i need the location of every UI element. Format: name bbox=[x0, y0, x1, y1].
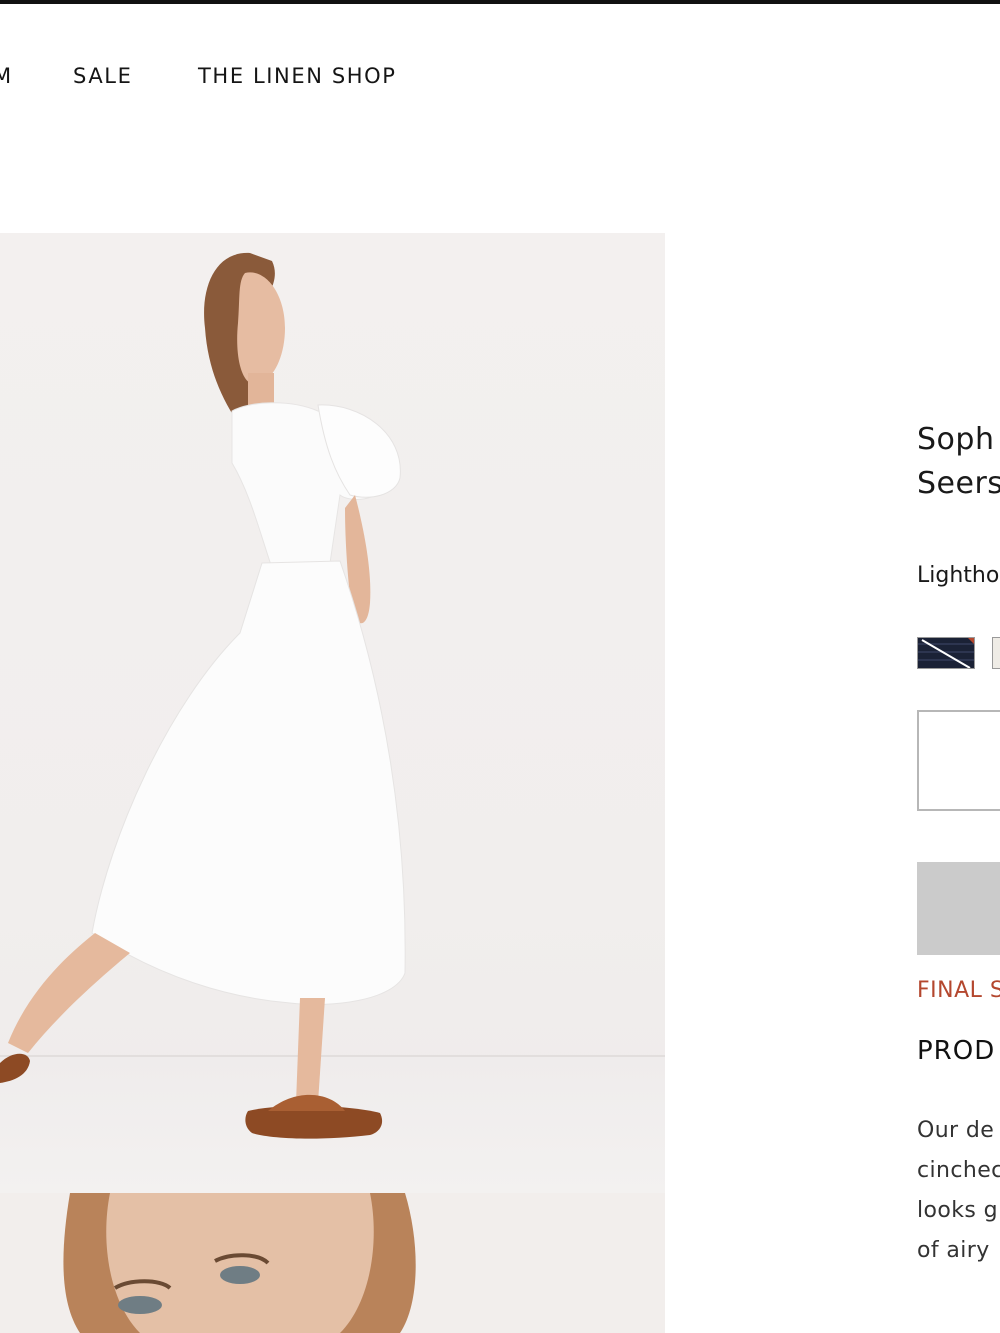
description-line: looks g bbox=[917, 1198, 998, 1223]
main-nav: M SALE THE LINEN SHOP bbox=[0, 58, 1000, 94]
top-border-bar bbox=[0, 0, 1000, 4]
navy-stripe-swatch-image bbox=[918, 638, 974, 668]
color-swatch-navy[interactable] bbox=[917, 637, 975, 669]
product-page: M SALE THE LINEN SHOP Soph Seers Lightho… bbox=[0, 0, 1000, 1333]
final-sale-notice: FINAL S bbox=[917, 978, 1000, 1003]
selected-color-label: Lightho bbox=[917, 563, 1000, 588]
model-portrait bbox=[63, 1193, 416, 1333]
color-swatch-cream[interactable] bbox=[992, 637, 1000, 669]
product-info-panel: Soph Seers Lightho FINAL S PROD Our de c… bbox=[917, 0, 1000, 1333]
size-select[interactable] bbox=[917, 710, 1000, 811]
product-title-line-1: Soph bbox=[917, 422, 995, 457]
description-line: of airy bbox=[917, 1238, 990, 1263]
nav-item-sale[interactable]: SALE bbox=[73, 58, 132, 94]
product-title-line-2: Seers bbox=[917, 466, 1000, 501]
product-image-main[interactable] bbox=[0, 233, 665, 1193]
nav-item-partial[interactable]: M bbox=[0, 58, 13, 94]
model-figure bbox=[0, 252, 406, 1139]
product-image-secondary[interactable] bbox=[0, 1193, 665, 1333]
product-details-heading[interactable]: PROD bbox=[917, 1036, 995, 1066]
add-to-bag-button[interactable] bbox=[917, 862, 1000, 955]
description-line: cinchec bbox=[917, 1158, 1000, 1183]
description-line: Our de bbox=[917, 1118, 995, 1143]
nav-item-linen-shop[interactable]: THE LINEN SHOP bbox=[198, 58, 397, 94]
